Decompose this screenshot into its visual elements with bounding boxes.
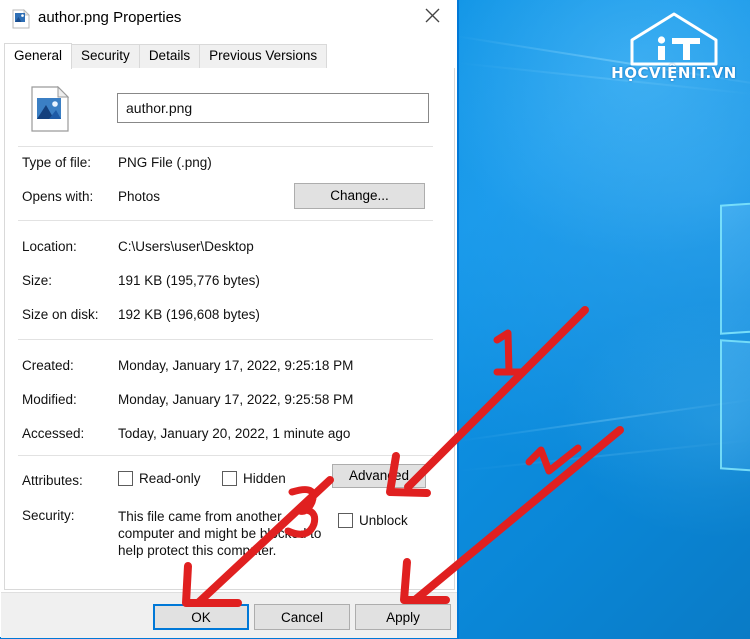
type-of-file-label: Type of file: [22, 155, 92, 170]
image-file-icon [31, 86, 70, 132]
windows-logo-pane [720, 199, 750, 335]
ok-button[interactable]: OK [153, 604, 249, 630]
apply-button[interactable]: Apply [355, 604, 451, 630]
divider [18, 220, 433, 221]
checkbox-box [338, 513, 353, 528]
opens-with-value: Photos [118, 189, 161, 204]
security-label: Security: [22, 508, 75, 523]
checkbox-box [222, 471, 237, 486]
unblock-checkbox[interactable]: Unblock [338, 513, 408, 528]
hidden-checkbox[interactable]: Hidden [222, 471, 286, 486]
attributes-label: Attributes: [22, 473, 83, 488]
wallpaper-streak [457, 398, 750, 442]
properties-dialog: author.png Properties General Security D… [0, 0, 459, 639]
size-on-disk-label: Size on disk: [22, 307, 99, 322]
wallpaper-glow [430, 0, 750, 260]
cancel-button[interactable]: Cancel [254, 604, 350, 630]
security-description: This file came from another computer and… [118, 509, 322, 558]
dialog-title: author.png Properties [38, 9, 182, 26]
wallpaper-streak [454, 35, 750, 89]
created-value: Monday, January 17, 2022, 9:25:18 PM [118, 358, 354, 373]
tab-previous-versions[interactable]: Previous Versions [199, 44, 328, 68]
change-button[interactable]: Change... [294, 183, 425, 209]
filename-input[interactable]: author.png [117, 93, 429, 123]
accessed-label: Accessed: [22, 426, 85, 441]
divider [18, 146, 433, 147]
advanced-button[interactable]: Advanced [332, 464, 426, 488]
dialog-titlebar[interactable]: author.png Properties [0, 0, 457, 38]
divider [18, 455, 433, 456]
tab-details[interactable]: Details [138, 44, 201, 68]
tab-strip: General Security Details Previous Versio… [4, 43, 455, 69]
tab-security[interactable]: Security [71, 44, 140, 68]
wallpaper-streak [457, 438, 750, 472]
close-icon[interactable] [410, 0, 455, 30]
wallpaper-streak [457, 62, 750, 96]
size-value: 191 KB (195,776 bytes) [118, 273, 260, 288]
dialog-button-bar: OK Cancel Apply [1, 592, 457, 638]
png-file-icon [12, 9, 30, 29]
tab-general[interactable]: General [4, 43, 73, 69]
readonly-checkbox[interactable]: Read-only [118, 471, 201, 486]
checkbox-box [118, 471, 133, 486]
location-label: Location: [22, 239, 77, 254]
size-on-disk-value: 192 KB (196,608 bytes) [118, 307, 260, 322]
accessed-value: Today, January 20, 2022, 1 minute ago [118, 426, 351, 441]
unblock-label: Unblock [359, 513, 408, 528]
type-of-file-value: PNG File (.png) [118, 155, 212, 170]
hidden-label: Hidden [243, 471, 286, 486]
location-value: C:\Users\user\Desktop [118, 239, 254, 254]
modified-label: Modified: [22, 392, 77, 407]
size-label: Size: [22, 273, 53, 288]
readonly-label: Read-only [139, 471, 201, 486]
windows-logo-pane [720, 339, 750, 475]
created-label: Created: [22, 358, 74, 373]
modified-value: Monday, January 17, 2022, 9:25:58 PM [118, 392, 354, 407]
divider [18, 339, 433, 340]
opens-with-label: Opens with: [22, 189, 94, 204]
